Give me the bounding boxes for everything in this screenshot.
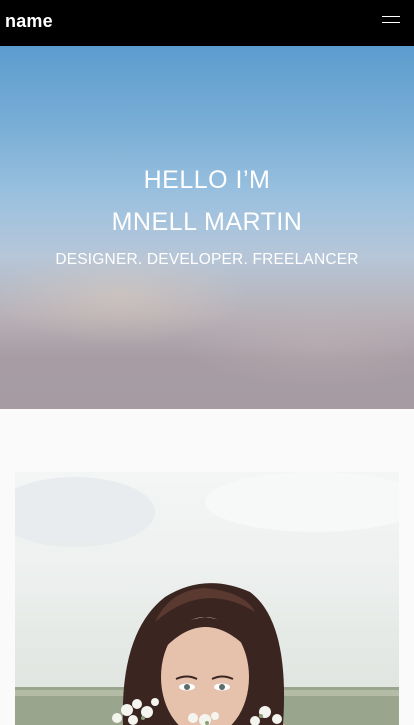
brand-logo[interactable]: name — [5, 11, 53, 32]
hero-section: HELLO I’M MNELL MARTIN DESIGNER. DEVELOP… — [0, 46, 414, 409]
hero-greeting: HELLO I’M — [143, 166, 271, 194]
hero-name: MNELL MARTIN — [111, 208, 303, 236]
top-navbar: name — [0, 0, 414, 46]
portrait-photo — [15, 472, 399, 725]
hamburger-icon[interactable] — [382, 16, 400, 28]
hero-tagline: DESIGNER. DEVELOPER. FREELANCER — [55, 251, 359, 268]
